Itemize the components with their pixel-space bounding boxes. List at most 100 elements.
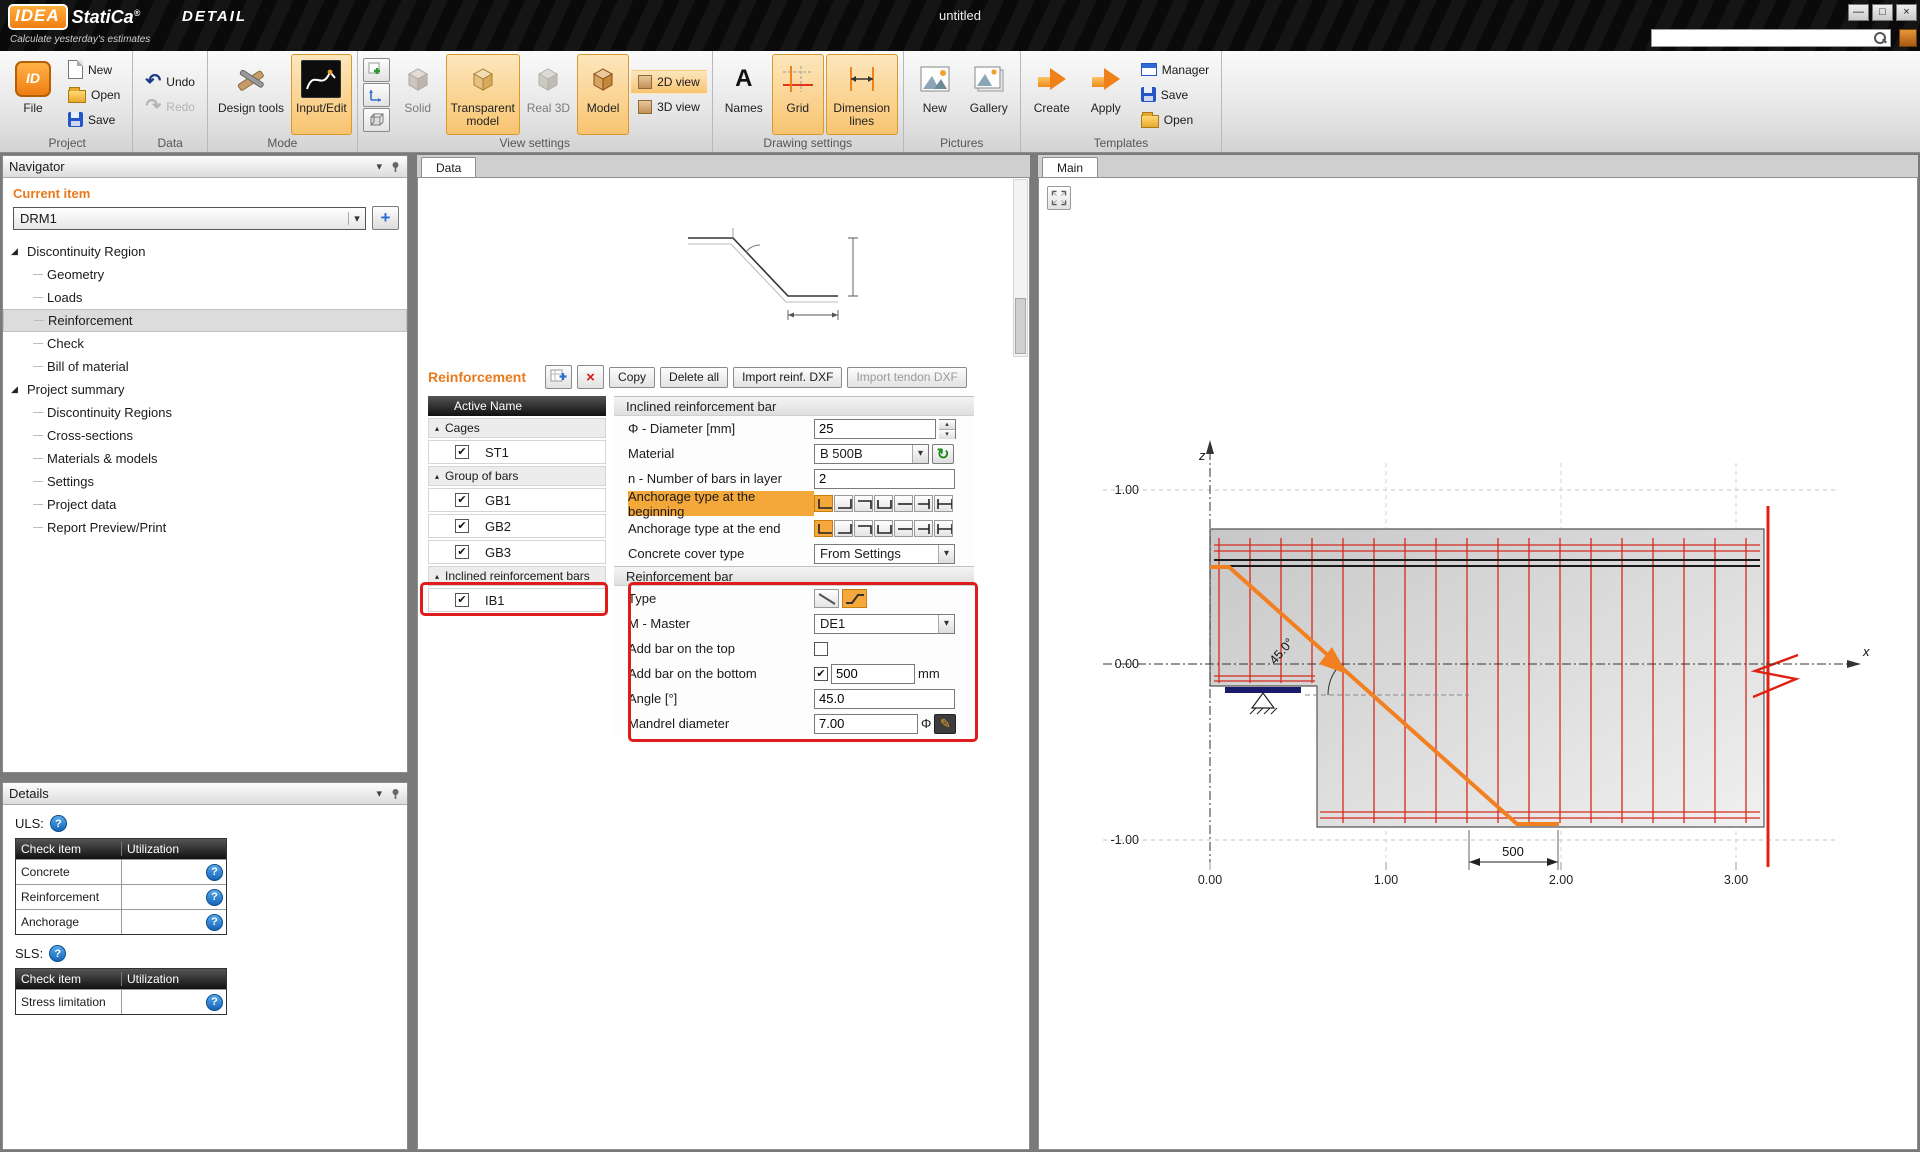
open-button[interactable]: Open <box>61 83 127 107</box>
details-collapse-icon[interactable]: ▾ <box>376 787 382 800</box>
close-button[interactable]: × <box>1896 4 1917 21</box>
expander-icon[interactable]: ◢ <box>11 246 25 257</box>
search-icon[interactable] <box>1873 31 1887 45</box>
list-item-st1[interactable]: ✔ ST1 <box>428 440 606 464</box>
add-bar-bottom-input[interactable] <box>831 664 915 684</box>
model-button[interactable]: Model <box>577 54 629 135</box>
file-button[interactable]: ID File <box>7 54 59 135</box>
redo-button[interactable]: ↷ Redo <box>138 95 202 119</box>
navigator-pin-icon[interactable] <box>390 161 401 173</box>
structure-drawing[interactable]: z x 1.00 0.00 -1.00 0.00 1.00 2.00 3.00 … <box>1039 178 1915 1147</box>
concrete-member[interactable] <box>1210 529 1764 827</box>
add-bar-bottom-checkbox[interactable]: ✔ <box>814 667 828 681</box>
material-select[interactable]: B 500B ▾ <box>814 444 929 464</box>
anchorage-straight-icon[interactable] <box>894 495 913 512</box>
template-save-button[interactable]: Save <box>1134 83 1216 107</box>
nav-item-cross-sections[interactable]: Cross-sections <box>3 424 407 447</box>
gb3-checkbox[interactable]: ✔ <box>455 545 469 559</box>
search-box[interactable] <box>1651 29 1891 47</box>
nav-item-settings[interactable]: Settings <box>3 470 407 493</box>
search-input[interactable] <box>1652 31 1873 45</box>
concrete-help-icon[interactable]: ? <box>206 864 223 881</box>
save-button[interactable]: Save <box>61 108 127 132</box>
grid-button[interactable]: Grid <box>772 54 824 135</box>
list-item-gb1[interactable]: ✔ GB1 <box>428 488 606 512</box>
nav-item-discontinuity-regions[interactable]: Discontinuity Regions <box>3 401 407 424</box>
data-scrollbar-thumb[interactable] <box>1015 298 1026 354</box>
mandrel-edit-button[interactable]: ✎ <box>934 714 956 734</box>
undo-button[interactable]: ↶ Undo <box>138 70 202 94</box>
details-pin-icon[interactable] <box>390 788 401 800</box>
copy-button[interactable]: Copy <box>609 367 655 388</box>
add-bar-top-checkbox[interactable] <box>814 642 828 656</box>
anchorage-hook-begin-icon[interactable] <box>814 520 833 537</box>
expander-icon[interactable]: ◢ <box>11 384 25 395</box>
new-button[interactable]: New <box>61 58 127 82</box>
import-reinf-dxf-button[interactable]: Import reinf. DXF <box>733 367 842 388</box>
delete-all-button[interactable]: Delete all <box>660 367 728 388</box>
anchorage-hook-up-icon[interactable] <box>834 520 853 537</box>
gallery-button[interactable]: Gallery <box>963 54 1015 135</box>
anchorage-straight-icon[interactable] <box>894 520 913 537</box>
gb1-checkbox[interactable]: ✔ <box>455 493 469 507</box>
group-cages[interactable]: ▴ Cages <box>428 418 606 438</box>
reinforcement-help-icon[interactable]: ? <box>206 889 223 906</box>
list-item-gb2[interactable]: ✔ GB2 <box>428 514 606 538</box>
picture-new-button[interactable]: New <box>909 54 961 135</box>
nbars-input[interactable] <box>814 469 955 489</box>
template-open-button[interactable]: Open <box>1134 108 1216 132</box>
list-item-ib1[interactable]: ✔ IB1 <box>428 588 606 612</box>
anchorage-hook-begin-icon[interactable] <box>814 495 833 512</box>
bar-type-straight-icon[interactable] <box>814 589 839 608</box>
fit-view-button[interactable] <box>1047 186 1071 210</box>
import-tendon-dxf-button[interactable]: Import tendon DXF <box>847 367 966 388</box>
group-of-bars[interactable]: ▴ Group of bars <box>428 466 606 486</box>
ib1-checkbox[interactable]: ✔ <box>455 593 469 607</box>
add-item-button[interactable]: + <box>372 206 399 230</box>
anchorage-hook-down-icon[interactable] <box>854 520 873 537</box>
anchorage-hook-up-icon[interactable] <box>834 495 853 512</box>
design-tools-button[interactable]: Design tools <box>213 54 289 135</box>
template-manager-button[interactable]: Manager <box>1134 58 1216 82</box>
template-apply-button[interactable]: Apply <box>1080 54 1132 135</box>
input-edit-button[interactable]: Input/Edit <box>291 54 352 135</box>
nav-item-geometry[interactable]: Geometry <box>3 263 407 286</box>
bar-type-polyline-icon[interactable] <box>842 589 867 608</box>
anchorage-both-plates-icon[interactable] <box>934 520 953 537</box>
view-tool-add-button[interactable] <box>363 58 390 82</box>
mandrel-input[interactable] <box>814 714 918 734</box>
uls-help-icon[interactable]: ? <box>50 815 67 832</box>
anchorage-u-hook-icon[interactable] <box>874 495 893 512</box>
nav-item-materials-models[interactable]: Materials & models <box>3 447 407 470</box>
anchorage-both-plates-icon[interactable] <box>934 495 953 512</box>
nav-item-loads[interactable]: Loads <box>3 286 407 309</box>
add-reinforcement-button[interactable] <box>545 365 572 389</box>
nav-item-report-preview-print[interactable]: Report Preview/Print <box>3 516 407 539</box>
sls-help-icon[interactable]: ? <box>49 945 66 962</box>
view-tool-cube-button[interactable] <box>363 108 390 132</box>
diameter-input[interactable] <box>814 419 936 439</box>
cover-type-select[interactable]: From Settings ▾ <box>814 544 955 564</box>
nav-item-discontinuity-region[interactable]: ◢ Discontinuity Region <box>3 240 407 263</box>
template-create-button[interactable]: Create <box>1026 54 1078 135</box>
data-scrollbar[interactable] <box>1013 179 1028 357</box>
anchorage-help-icon[interactable]: ? <box>206 914 223 931</box>
tab-main[interactable]: Main <box>1042 157 1098 177</box>
material-edit-button[interactable]: ↻ <box>932 444 954 464</box>
nav-item-check[interactable]: Check <box>3 332 407 355</box>
info-button[interactable] <box>1899 29 1917 47</box>
2d-view-button[interactable]: 2D view <box>631 70 707 94</box>
real-3d-button[interactable]: Real 3D <box>522 54 575 135</box>
nav-item-bill-of-material[interactable]: Bill of material <box>3 355 407 378</box>
master-select[interactable]: DE1 ▾ <box>814 614 955 634</box>
delete-reinforcement-button[interactable]: × <box>577 365 604 389</box>
group-inclined-bars[interactable]: ▴ Inclined reinforcement bars <box>428 566 606 586</box>
st1-checkbox[interactable]: ✔ <box>455 445 469 459</box>
diameter-spinner[interactable]: ▴ ▾ <box>939 419 956 439</box>
navigator-collapse-icon[interactable]: ▾ <box>376 160 382 173</box>
anchorage-hook-down-icon[interactable] <box>854 495 873 512</box>
current-item-dropdown[interactable]: DRM1 ▾ <box>13 207 366 230</box>
stress-limitation-help-icon[interactable]: ? <box>206 994 223 1011</box>
view-tool-axes-button[interactable] <box>363 83 390 107</box>
3d-view-button[interactable]: 3D view <box>631 95 707 119</box>
